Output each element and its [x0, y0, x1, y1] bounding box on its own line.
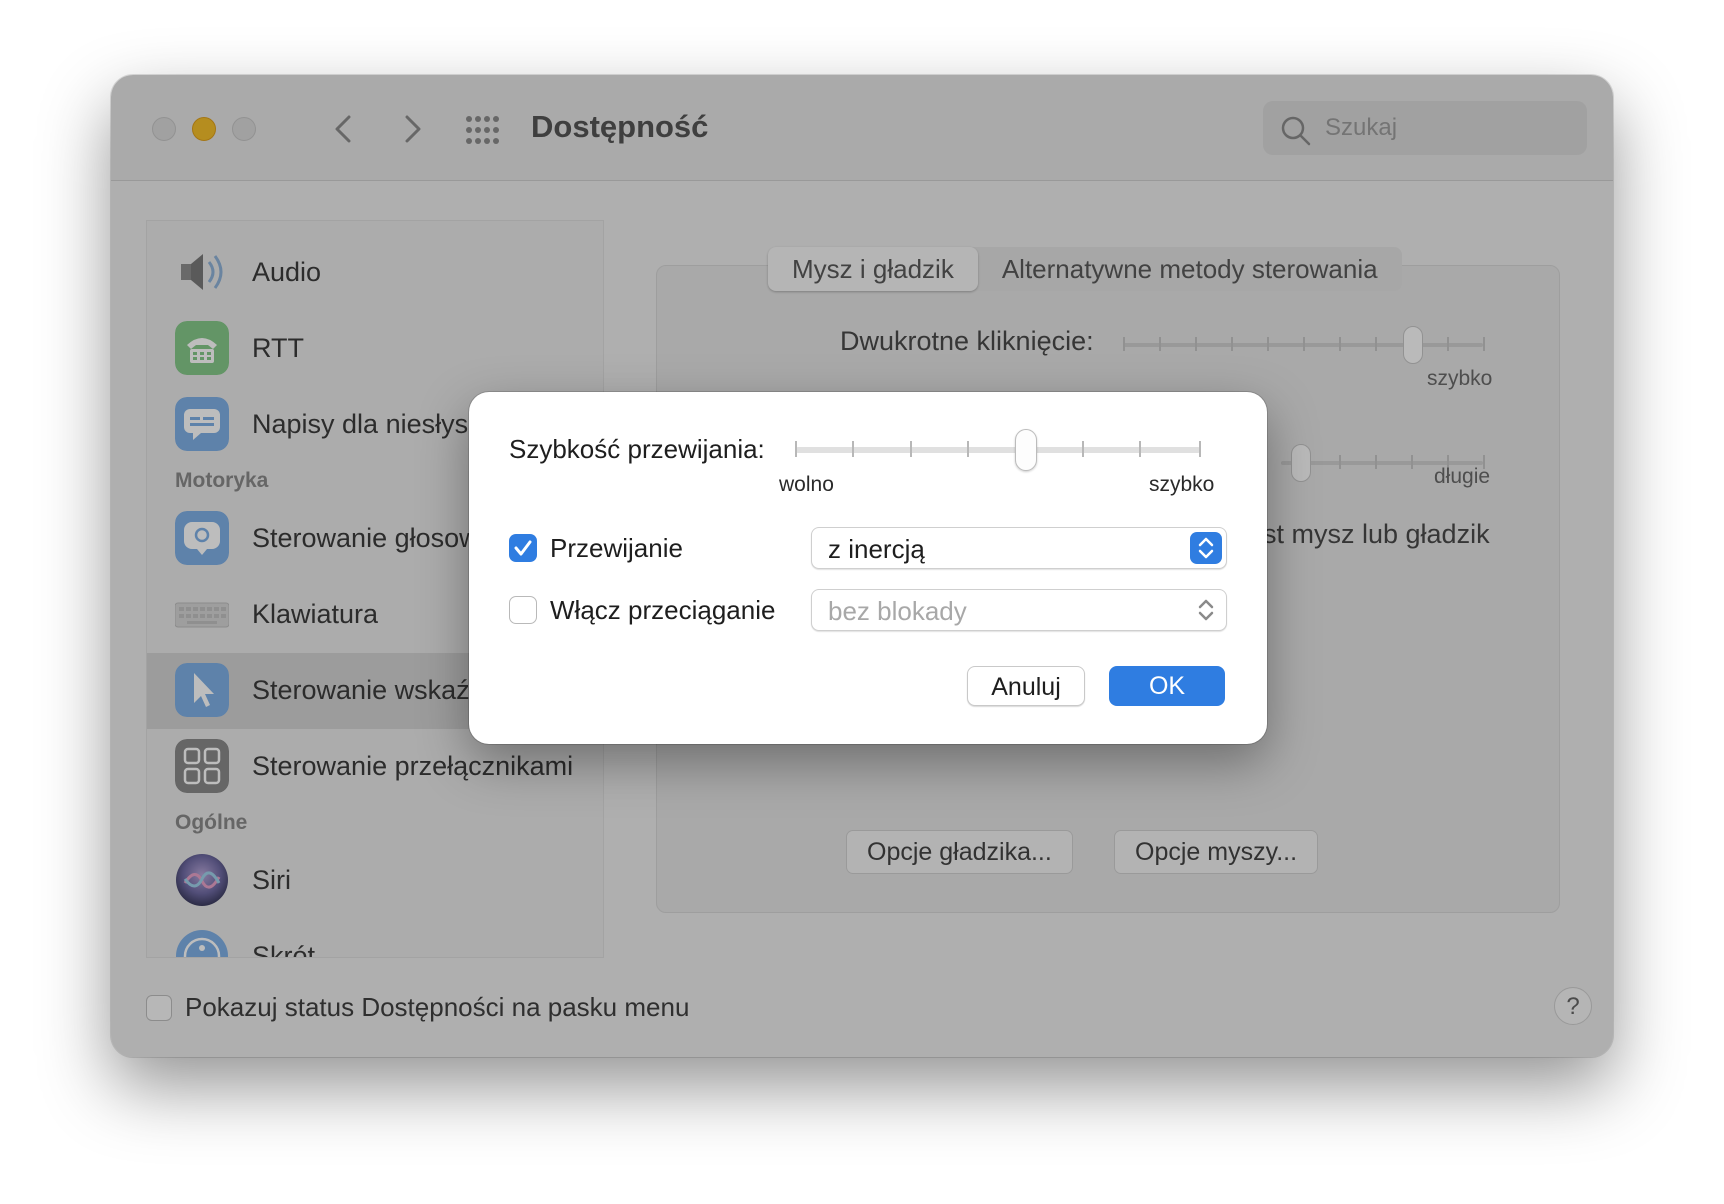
scroll-slow-label: wolno — [779, 473, 834, 496]
scroll-speed-slider-knob[interactable] — [1015, 429, 1038, 471]
slider-tick — [852, 441, 854, 457]
scrolling-checkbox[interactable] — [509, 534, 537, 562]
cancel-button[interactable]: Anuluj — [967, 666, 1085, 706]
dragging-checkbox[interactable] — [509, 596, 537, 624]
slider-tick — [1139, 441, 1141, 457]
slider-tick — [1199, 441, 1201, 457]
ok-button[interactable]: OK — [1109, 666, 1225, 706]
popup-arrows — [1190, 532, 1222, 564]
dragging-mode-popup[interactable]: bez blokady — [811, 589, 1227, 631]
dragging-label: Włącz przeciąganie — [550, 595, 776, 625]
trackpad-options-sheet: Szybkość przewijania: wolno szybko Przew… — [469, 392, 1267, 744]
slider-tick — [795, 441, 797, 457]
slider-tick — [910, 441, 912, 457]
popup-arrows — [1190, 594, 1222, 626]
scrolling-mode-popup[interactable]: z inercją — [811, 527, 1227, 569]
dragging-mode-value: bez blokady — [828, 596, 967, 626]
scrolling-mode-value: z inercją — [828, 534, 925, 564]
scrolling-label: Przewijanie — [550, 533, 683, 563]
scroll-fast-label: szybko — [1149, 473, 1215, 496]
checkmark-icon — [514, 540, 532, 556]
up-down-chevrons-icon — [1198, 537, 1214, 559]
up-down-chevrons-icon — [1198, 599, 1214, 621]
slider-tick — [967, 441, 969, 457]
slider-tick — [1082, 441, 1084, 457]
scroll-speed-label: Szybkość przewijania: — [509, 434, 765, 464]
